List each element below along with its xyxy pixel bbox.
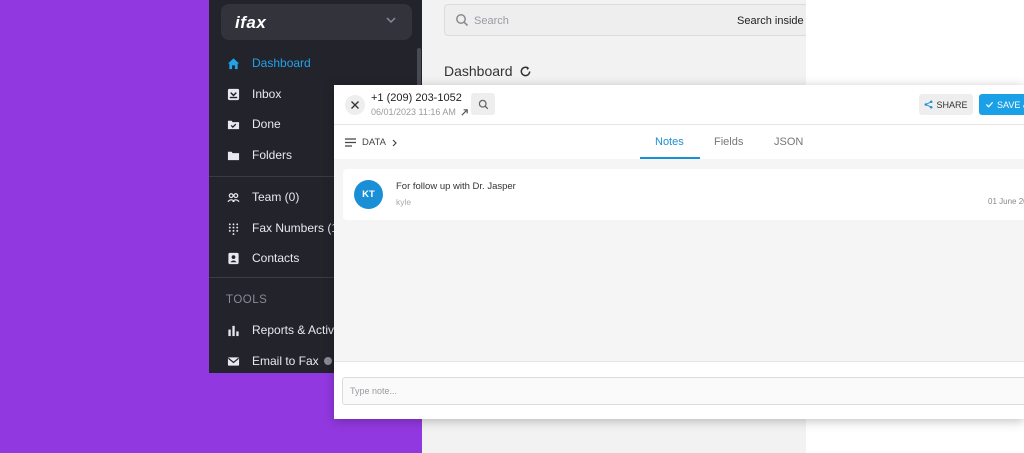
workspace-switcher[interactable]: ifax	[221, 4, 412, 40]
data-panel-toggle[interactable]: DATA	[345, 137, 398, 148]
tools-section-label: TOOLS	[226, 294, 268, 306]
sidebar-item-label: Done	[252, 117, 281, 131]
note-composer	[334, 361, 1024, 419]
fax-number: +1 (209) 203-1052	[371, 92, 462, 104]
fax-date: 06/01/2023 11:16 AM	[371, 107, 469, 117]
tab-notes[interactable]: Notes	[655, 136, 684, 148]
home-icon	[226, 56, 240, 70]
sidebar-item-label: Inbox	[252, 87, 282, 101]
note-text: For follow up with Dr. Jasper	[396, 181, 516, 192]
sidebar-item-label: Reports & Activity	[252, 323, 347, 337]
dialpad-icon	[226, 221, 240, 235]
tab-fields[interactable]: Fields	[714, 136, 743, 148]
save-button[interactable]: SAVE &	[979, 94, 1024, 115]
external-link-icon[interactable]	[460, 108, 469, 117]
done-folder-icon	[226, 117, 240, 131]
menu-lines-icon	[345, 138, 356, 147]
note-date: 01 June 20	[988, 197, 1024, 206]
save-label: SAVE &	[997, 99, 1024, 110]
notes-list: KT For follow up with Dr. Jasper kyle 01…	[334, 159, 1024, 361]
refresh-icon[interactable]	[519, 65, 532, 78]
search-icon	[456, 14, 469, 27]
search-inside-label[interactable]: Search inside f	[737, 15, 807, 27]
sidebar-item-label: Fax Numbers (1)	[252, 221, 343, 235]
share-button[interactable]: SHARE	[919, 94, 973, 115]
search-icon	[478, 99, 488, 109]
sidebar-item-label: Team (0)	[252, 190, 300, 204]
fax-detail-modal: +1 (209) 203-1052 06/01/2023 11:16 AM SH…	[334, 85, 1024, 419]
sidebar-item-label: Email to Fax	[252, 354, 319, 368]
chevron-right-icon	[392, 139, 397, 146]
tab-json[interactable]: JSON	[774, 136, 803, 148]
note-input[interactable]	[342, 377, 1024, 405]
avatar: KT	[354, 180, 383, 209]
chevron-down-icon	[386, 17, 396, 24]
sidebar-item-label: Contacts	[252, 251, 300, 265]
inbox-icon	[226, 87, 240, 101]
brand-logo: ifax	[235, 13, 267, 32]
search-placeholder: Search	[474, 15, 509, 27]
team-icon	[226, 190, 240, 204]
close-icon	[351, 101, 359, 109]
mail-icon	[226, 354, 240, 368]
page-title-text: Dashboard	[444, 63, 513, 79]
folder-icon	[226, 148, 240, 162]
contacts-icon	[226, 251, 240, 265]
close-button[interactable]	[345, 95, 365, 115]
list-item[interactable]: KT For follow up with Dr. Jasper kyle 01…	[343, 169, 1024, 220]
data-label: DATA	[362, 137, 386, 148]
share-label: SHARE	[936, 99, 968, 110]
sidebar-item-label: Folders	[252, 148, 293, 162]
bar-chart-icon	[226, 323, 240, 337]
share-icon	[925, 100, 933, 109]
global-search-bar[interactable]: Search Search inside f	[444, 4, 807, 36]
note-author: kyle	[396, 197, 412, 207]
modal-header: +1 (209) 203-1052 06/01/2023 11:16 AM SH…	[334, 85, 1024, 125]
fax-date-text: 06/01/2023 11:16 AM	[371, 107, 456, 117]
modal-tabs-bar: DATA Notes Fields JSON	[334, 126, 1024, 159]
check-icon	[985, 101, 994, 108]
sidebar-item-dashboard[interactable]: Dashboard	[209, 50, 422, 76]
info-icon[interactable]	[323, 357, 332, 365]
page-title: Dashboard	[444, 63, 532, 79]
modal-search-button[interactable]	[471, 93, 495, 115]
sidebar-item-label: Dashboard	[252, 56, 311, 70]
